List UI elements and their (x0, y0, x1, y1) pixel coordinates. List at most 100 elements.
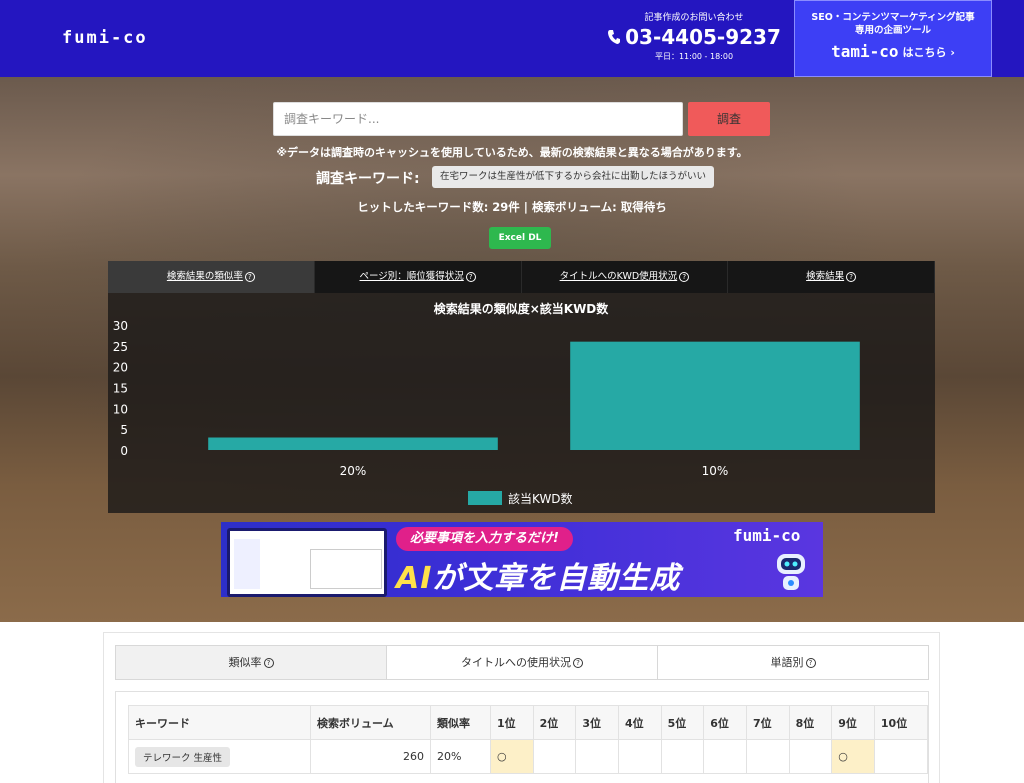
tab-label: 検索結果 (806, 271, 845, 282)
volume-cell: 260 (310, 739, 431, 774)
search-button[interactable]: 調査 (688, 102, 770, 136)
mock-pane (310, 549, 382, 589)
col-rank-6: 6位 (703, 705, 747, 740)
tab-similarity[interactable]: 検索結果の類似率? (108, 261, 315, 293)
rank-cell (660, 739, 705, 774)
tab-label: ページ別：順位獲得状況 (359, 271, 464, 282)
rank-cell (532, 739, 577, 774)
results-tabs: 類似率? タイトルへの使用状況? 単語別? (115, 645, 929, 680)
tab-title-usage[interactable]: タイトルへの使用状況? (387, 646, 658, 679)
help-icon: ? (679, 271, 690, 282)
col-rank-2: 2位 (532, 705, 577, 740)
col-keyword: キーワード (128, 705, 311, 740)
tamico-promo-button[interactable]: SEO・コンテンツマーケティング記事 専用の企画ツール tami-co はこちら… (794, 0, 992, 77)
chart-tabbar: 検索結果の類似率? ページ別：順位獲得状況? タイトルへのKWD使用状況? 検索… (108, 261, 935, 293)
tab-label: 単語別 (770, 656, 804, 669)
tab-by-word[interactable]: 単語別? (658, 646, 928, 679)
help-icon: ? (263, 658, 274, 668)
col-rank-7: 7位 (745, 705, 790, 740)
hit-stats: ヒットしたキーワード数: 29件 | 検索ボリューム: 取得待ち (357, 200, 667, 214)
tab-page-ranking[interactable]: ページ別：順位獲得状況? (315, 261, 522, 293)
rank-cell (788, 739, 833, 774)
x-tick-label: 20% (340, 464, 367, 478)
results-table: キーワード 検索ボリューム 類似率 1位 2位 3位 4位 5位 6位 7位 8… (128, 705, 929, 774)
help-icon: ? (244, 271, 255, 282)
bar-20% (208, 437, 498, 450)
promo-link-text: はこちら › (902, 45, 955, 59)
col-rank-5: 5位 (660, 705, 705, 740)
mock-sidebar (234, 539, 260, 589)
tab-title-kwd[interactable]: タイトルへのKWD使用状況? (522, 261, 729, 293)
col-rank-9: 9位 (831, 705, 875, 740)
y-tick-label: 20 (113, 361, 128, 375)
phone-number: 03-4405-9237 (625, 25, 781, 49)
help-icon: ? (805, 658, 816, 668)
banner-tagline: 必要事項を入力するだけ! (396, 527, 573, 551)
help-icon: ? (573, 658, 583, 668)
keyword-cell: テレワーク 生産性 (128, 739, 311, 774)
col-rate: 類似率 (430, 705, 491, 740)
contact-block: 記事作成のお問い合わせ 03-4405-9237 平日：11:00 - 18:0… (604, 10, 784, 62)
rank-cell (745, 739, 790, 774)
tab-similarity-rate[interactable]: 類似率? (116, 646, 387, 679)
keyword-chip-cell[interactable]: テレワーク 生産性 (135, 746, 231, 767)
site-header: fumi-co 記事作成のお問い合わせ 03-4405-9237 平日：11:0… (0, 0, 1024, 77)
col-rank-1: 1位 (490, 705, 534, 740)
rate-cell: 20% (430, 739, 491, 774)
y-tick-label: 30 (113, 319, 128, 333)
col-rank-10: 10位 (873, 705, 929, 740)
tab-search-results[interactable]: 検索結果? (728, 261, 935, 293)
keyword-label: 調査キーワード: (316, 171, 420, 187)
app-screenshot-image (227, 528, 387, 597)
phone-icon (608, 30, 621, 44)
contact-caption: 記事作成のお問い合わせ (644, 13, 744, 23)
rank-cell: ○ (831, 739, 875, 774)
col-volume: 検索ボリューム (310, 705, 431, 740)
x-tick-label: 10% (702, 464, 729, 478)
excel-download-button[interactable]: Excel DL (489, 227, 551, 249)
ai-writing-banner[interactable]: 必要事項を入力するだけ! AIが文章を自動生成 fumi-co (221, 522, 823, 597)
tab-label: 検索結果の類似率 (166, 271, 243, 282)
banner-headline: AIが文章を自動生成 (396, 553, 680, 597)
banner-brand-logo: fumi-co (733, 526, 801, 545)
table-row: テレワーク 生産性 260 20% ○ ○ (128, 739, 929, 774)
cache-notice: ※データは調査時のキャッシュを使用しているため、最新の検索結果と異なる場合があり… (276, 146, 748, 159)
col-rank-4: 4位 (617, 705, 662, 740)
fumico-logo[interactable]: fumi-co (62, 28, 148, 48)
legend-label: 該当KWD数 (508, 491, 573, 506)
help-icon: ? (465, 271, 476, 282)
y-tick-label: 15 (113, 382, 128, 396)
banner-head-rest: が文章を自動生成 (432, 561, 681, 596)
rank-cell (703, 739, 747, 774)
y-tick-label: 10 (113, 402, 128, 416)
rank-cell (617, 739, 662, 774)
col-rank-3: 3位 (575, 705, 619, 740)
table-header-row: キーワード 検索ボリューム 類似率 1位 2位 3位 4位 5位 6位 7位 8… (128, 705, 929, 740)
results-table-wrapper: キーワード 検索ボリューム 類似率 1位 2位 3位 4位 5位 6位 7位 8… (115, 691, 929, 783)
rank-cell: ○ (490, 739, 534, 774)
y-tick-label: 0 (120, 444, 128, 458)
chart-panel: 検索結果の類似度×該当KWD数 30 25 20 15 10 5 0 20% 10% 該当KWD数 (108, 293, 935, 513)
tab-label: タイトルへの使用状況 (461, 656, 571, 669)
keyword-chip: 在宅ワークは生産性が低下するから会社に出勤したほうがいい (432, 166, 715, 188)
search-input[interactable]: 調査キーワード... (273, 102, 683, 136)
legend-swatch (468, 491, 502, 505)
phone-link[interactable]: 03-4405-9237 (604, 25, 784, 49)
robot-icon (777, 554, 805, 590)
y-tick-label: 5 (120, 423, 128, 437)
banner-ai: AI (396, 561, 433, 596)
chart-title: 検索結果の類似度×該当KWD数 (434, 301, 610, 316)
business-hours: 平日：11:00 - 18:00 (654, 52, 734, 61)
col-rank-8: 8位 (788, 705, 833, 740)
tab-label: タイトルへのKWD使用状況 (559, 271, 678, 282)
tab-label: 類似率 (228, 656, 262, 669)
rank-cell (575, 739, 619, 774)
y-tick-label: 25 (113, 340, 128, 354)
bar-10% (570, 341, 860, 450)
tamico-logo: tami-co (831, 42, 899, 61)
promo-line1: SEO・コンテンツマーケティング記事 (811, 12, 975, 23)
promo-line2: 専用の企画ツール (854, 25, 931, 36)
similarity-bar-chart: 検索結果の類似度×該当KWD数 30 25 20 15 10 5 0 20% 10% 該当KWD数 (113, 301, 860, 506)
rank-cell (873, 739, 929, 774)
help-icon: ? (846, 271, 857, 282)
